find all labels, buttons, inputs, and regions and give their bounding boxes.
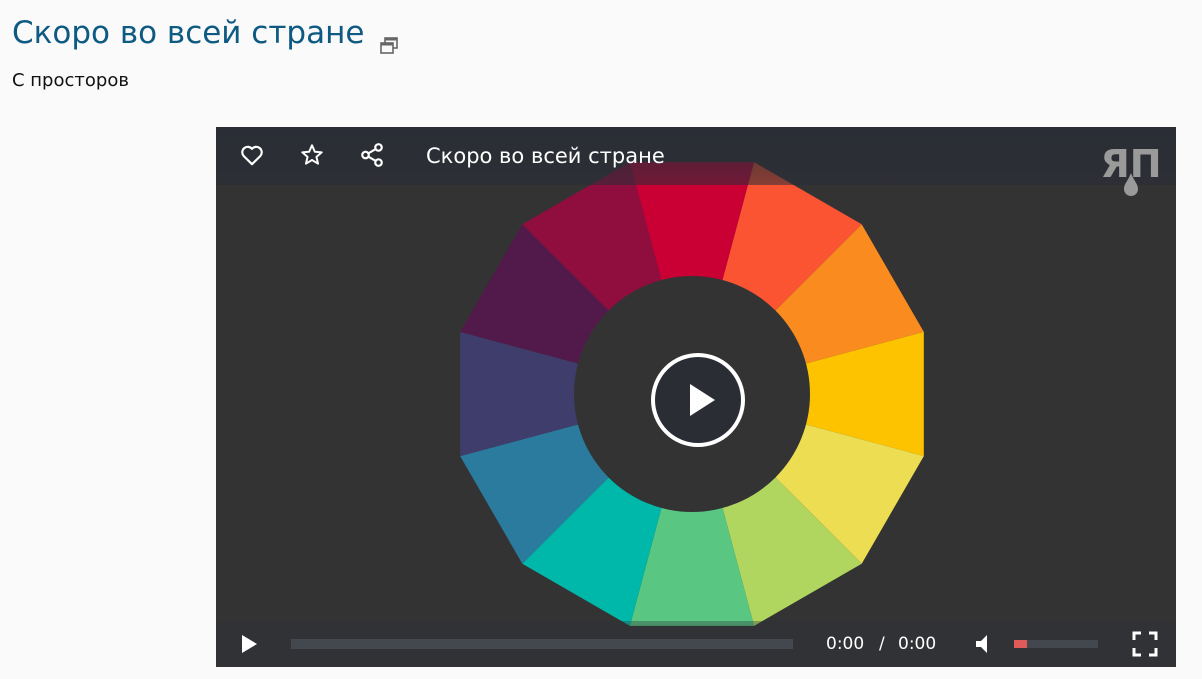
duration: 0:00 [898,634,937,654]
play-icon [690,384,715,416]
volume-slider[interactable] [1014,640,1098,648]
page-title-text: Скоро во всей стране [12,15,365,51]
heart-icon[interactable] [239,142,265,168]
share-icon[interactable] [359,142,385,168]
video-title: Скоро во всей стране [426,144,665,168]
volume-icon[interactable] [974,632,996,656]
play-button[interactable] [238,632,260,656]
player-top-bar: Скоро во всей стране [216,127,1176,185]
time-separator: / [879,634,885,654]
popout-window-icon[interactable] [379,25,399,54]
current-time: 0:00 [826,634,865,654]
channel-logo: ЯП [1096,137,1166,201]
video-player[interactable]: Скоро во всей стране ЯП 0:00 / 0:00 [216,127,1176,667]
play-icon [242,635,257,653]
page-subtitle: С просторов [12,70,129,91]
page-title: Скоро во всей стране [12,12,399,54]
control-bar: 0:00 / 0:00 [216,621,1176,667]
star-icon[interactable] [299,142,325,168]
volume-level [1014,640,1027,648]
fullscreen-icon[interactable] [1132,631,1158,657]
progress-bar[interactable] [291,639,793,649]
big-play-button[interactable] [651,353,745,447]
